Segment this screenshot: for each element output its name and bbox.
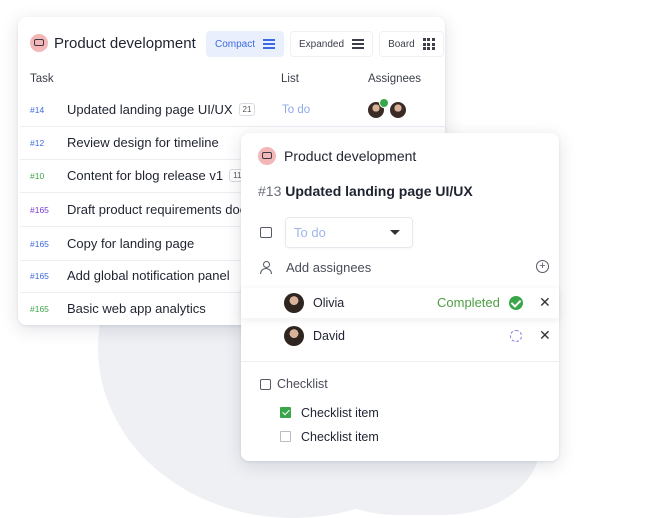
board-icon [422, 38, 435, 50]
project-icon [30, 34, 48, 52]
divider [241, 361, 559, 362]
avatar [284, 326, 304, 346]
view-switcher: Compact Expanded Board [206, 31, 444, 57]
comment-count-badge: 21 [238, 103, 256, 116]
view-compact-button[interactable]: Compact [206, 31, 285, 57]
task-detail-panel: Product development #13 Updated landing … [241, 133, 559, 461]
assignee-status: Completed [437, 295, 500, 310]
task-id: #10 [30, 170, 45, 181]
checklist-checkbox[interactable] [280, 407, 291, 418]
status-select[interactable]: To do [285, 217, 413, 248]
project-title: Product development [54, 34, 196, 52]
project-icon [258, 147, 276, 165]
column-header-assignees: Assignees [368, 73, 422, 85]
avatar [390, 102, 406, 118]
task-name: Draft product requirements doc [67, 202, 247, 217]
remove-assignee-close-icon[interactable]: ✕ [539, 294, 551, 311]
checklist-checkbox[interactable] [280, 431, 291, 442]
check-circle-icon[interactable] [509, 296, 523, 310]
detail-project-title: Product development [284, 148, 417, 164]
checklist-icon [260, 379, 271, 390]
list-icon [352, 39, 365, 49]
view-board-button[interactable]: Board [379, 31, 444, 57]
task-id: #165 [30, 238, 49, 249]
list-status-icon [260, 227, 272, 238]
pending-circle-icon[interactable] [510, 330, 522, 342]
completed-badge-icon [379, 98, 389, 108]
task-list-value: To do [282, 103, 311, 116]
checklist-item-label: Checklist item [301, 406, 379, 420]
add-assignee-plus-icon[interactable]: + [536, 260, 549, 273]
view-compact-label: Compact [215, 38, 256, 50]
column-header-list: List [281, 73, 299, 85]
column-header-task: Task [30, 73, 54, 85]
chevron-down-icon [390, 230, 400, 235]
status-select-value: To do [294, 225, 326, 240]
view-board-label: Board [388, 38, 415, 50]
assignee-name: Olivia [313, 296, 345, 310]
assignee-row-olivia: Olivia Completed ✕ [241, 288, 559, 318]
remove-assignee-close-icon[interactable]: ✕ [539, 327, 551, 344]
task-id: #165 [30, 270, 49, 281]
task-id: #12 [30, 137, 45, 148]
checklist-heading: Checklist [277, 377, 328, 391]
assignee-name: David [313, 329, 345, 343]
task-name: Basic web app analytics [67, 301, 206, 316]
task-id: #14 [30, 104, 45, 115]
detail-project-header: Product development [258, 147, 416, 165]
task-name: Review design for timeline [67, 135, 219, 150]
table-row[interactable]: #14 Updated landing page UI/UX 21 To do [20, 93, 445, 127]
add-assignees-label[interactable]: Add assignees [286, 260, 371, 275]
checklist-item-label: Checklist item [301, 430, 379, 444]
task-number: #13 [258, 183, 282, 199]
task-title: #13 Updated landing page UI/UX [258, 183, 473, 199]
assignee-row-david: David ✕ [241, 321, 559, 351]
view-expanded-label: Expanded [299, 38, 345, 50]
person-icon [260, 261, 272, 274]
task-id: #165 [30, 204, 49, 215]
list-icon [263, 39, 276, 49]
task-name: Updated landing page UI/UX [285, 183, 473, 199]
project-header: Product development [30, 34, 196, 52]
avatar [284, 293, 304, 313]
task-name: Content for blog release v1 [67, 168, 224, 183]
view-expanded-button[interactable]: Expanded [290, 31, 374, 57]
task-name: Updated landing page UI/UX [67, 102, 233, 117]
task-name: Copy for landing page [67, 236, 195, 251]
task-name: Add global notification panel [67, 268, 230, 283]
task-id: #165 [30, 303, 49, 314]
